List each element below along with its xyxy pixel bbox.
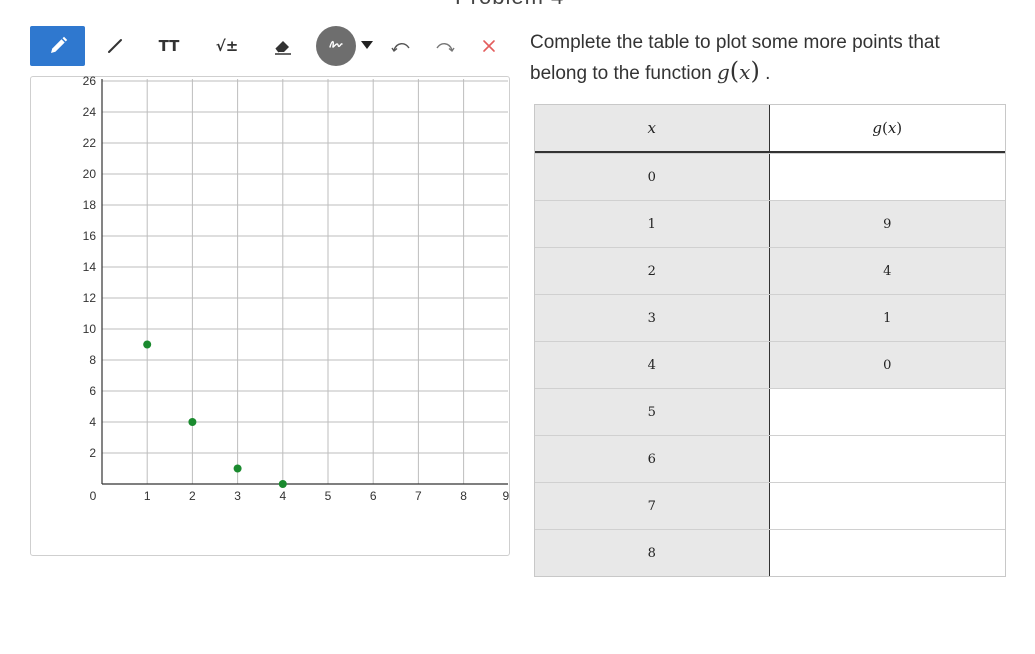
redo-button[interactable] (424, 26, 466, 66)
x-tick-label: 5 (325, 489, 332, 503)
text-tool-button[interactable]: TT (148, 26, 190, 66)
table-row: 6 (535, 435, 1005, 482)
math-tool-label: √± (215, 37, 239, 55)
undo-button[interactable] (380, 26, 422, 66)
column-header-g-name: g (872, 119, 882, 137)
table-row: 5 (535, 388, 1005, 435)
column-header-g: g(x) (769, 105, 1005, 151)
column-header-g-var: x (887, 119, 897, 137)
prompt-period: . (765, 63, 771, 84)
data-point (188, 418, 197, 426)
eraser-icon (272, 35, 294, 57)
table-header-row: x g(x) (535, 105, 1005, 153)
x-value-cell: 1 (535, 201, 770, 247)
undo-icon (390, 39, 412, 53)
table-row: 40 (535, 341, 1005, 388)
prompt-line-2: belong to the function g(x) . (530, 57, 1010, 88)
g-value-cell: 1 (769, 295, 1005, 341)
coordinate-grid[interactable]: 0 1 2 3 4 5 6 7 8 92468101214161820222426 (30, 76, 512, 558)
y-tick-label: 14 (83, 260, 97, 274)
table-row: 19 (535, 200, 1005, 247)
x-value-cell: 3 (535, 295, 770, 341)
y-tick-label: 22 (83, 136, 97, 150)
x-value-cell: 8 (535, 530, 770, 576)
g-value-cell: 9 (769, 201, 1005, 247)
table-row: 31 (535, 294, 1005, 341)
text-tool-label: TT (158, 37, 180, 55)
g-value-cell[interactable] (769, 483, 1005, 529)
y-tick-label: 26 (83, 76, 97, 88)
open-paren: ( (729, 57, 740, 85)
drawing-toolbar: TT √± (30, 26, 510, 66)
clear-button[interactable] (468, 26, 510, 66)
x-value-cell: 0 (535, 154, 770, 200)
x-tick-label: 7 (415, 489, 422, 503)
x-tick-label: 6 (370, 489, 377, 503)
y-tick-label: 24 (83, 105, 97, 119)
table-row: 8 (535, 529, 1005, 576)
data-point (278, 480, 287, 488)
g-value-cell: 4 (769, 248, 1005, 294)
prompt-line-2-text: belong to the function (530, 63, 712, 84)
line-icon (106, 37, 124, 55)
g-value-cell[interactable] (769, 389, 1005, 435)
function-variable: x (739, 60, 751, 84)
x-tick-label: 8 (460, 489, 467, 503)
function-name: g (716, 60, 730, 84)
y-tick-label: 8 (89, 353, 96, 367)
y-tick-label: 6 (89, 384, 96, 398)
y-tick-label: 4 (89, 415, 96, 429)
page-title: Problem 4 (455, 0, 564, 10)
scribble-icon (328, 37, 344, 56)
pencil-tool-button[interactable] (30, 26, 85, 66)
x-tick-label: 3 (234, 489, 241, 503)
x-tick-label: 4 (279, 489, 286, 503)
g-value-cell[interactable] (769, 154, 1005, 200)
redo-icon (434, 39, 456, 53)
g-value-cell[interactable] (769, 530, 1005, 576)
x-value-cell: 4 (535, 342, 770, 388)
y-tick-label: 2 (89, 446, 96, 460)
y-tick-label: 18 (83, 198, 97, 212)
x-tick-label: 1 (144, 489, 151, 503)
data-point (233, 464, 242, 473)
g-value-cell[interactable] (769, 436, 1005, 482)
close-icon (481, 38, 497, 54)
table-row: 7 (535, 482, 1005, 529)
column-header-close-paren: ) (896, 119, 903, 137)
eraser-tool-button[interactable] (262, 26, 304, 66)
value-table: x g(x) 0192431405678 (534, 104, 1006, 577)
x-tick-label: 9 (502, 489, 509, 503)
close-paren: ) (750, 57, 760, 85)
problem-prompt: Complete the table to plot some more poi… (530, 28, 1010, 88)
style-button[interactable] (316, 26, 356, 66)
data-point (143, 340, 152, 349)
x-tick-label: 2 (189, 489, 196, 503)
math-tool-button[interactable]: √± (206, 26, 248, 66)
style-dropdown-button[interactable] (360, 40, 374, 52)
y-tick-label: 20 (83, 167, 97, 181)
x-value-cell: 7 (535, 483, 770, 529)
prompt-line-1: Complete the table to plot some more poi… (530, 32, 940, 53)
y-tick-label: 12 (83, 291, 97, 305)
x-value-cell: 2 (535, 248, 770, 294)
table-row: 24 (535, 247, 1005, 294)
pencil-icon (48, 36, 68, 56)
x-tick-label: 0 (90, 489, 97, 503)
x-value-cell: 6 (535, 436, 770, 482)
column-header-x: x (535, 105, 770, 151)
line-tool-button[interactable] (94, 26, 136, 66)
y-tick-label: 16 (83, 229, 97, 243)
g-value-cell: 0 (769, 342, 1005, 388)
y-tick-label: 10 (83, 322, 97, 336)
x-value-cell: 5 (535, 389, 770, 435)
caret-down-icon (361, 37, 373, 55)
table-row: 0 (535, 153, 1005, 200)
